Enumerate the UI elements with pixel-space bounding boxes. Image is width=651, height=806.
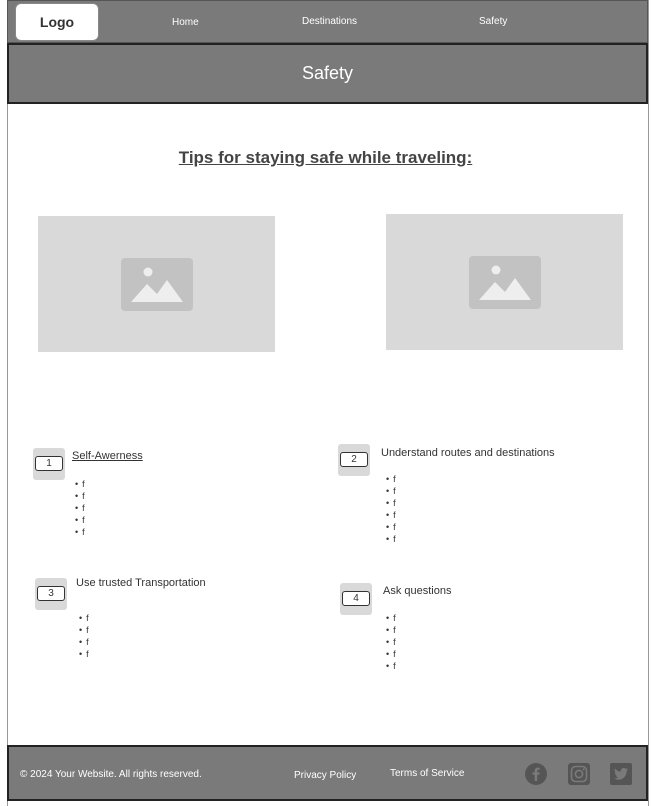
tip-number-box-2: 2 [338, 444, 370, 476]
list-item: f [386, 648, 396, 660]
list-item: f [386, 660, 396, 672]
nav-link-home[interactable]: Home [172, 17, 199, 28]
section-heading: Tips for staying safe while traveling: [178, 148, 473, 167]
tip-number-box-4: 4 [340, 583, 372, 615]
list-item: f [386, 509, 396, 521]
tip-title-2: Understand routes and destinations [381, 447, 555, 459]
list-item: f [386, 636, 396, 648]
list-item: f [386, 473, 396, 485]
tip-title-4: Ask questions [383, 585, 452, 597]
tip-list-1: f f f f f [75, 478, 85, 538]
image-icon [120, 257, 193, 311]
list-item: f [386, 612, 396, 624]
tip-number-box-3: 3 [35, 578, 67, 610]
privacy-policy-link[interactable]: Privacy Policy [294, 770, 356, 781]
nav-link-safety[interactable]: Safety [479, 16, 507, 27]
tip-list-4: f f f f f [386, 612, 396, 672]
list-item: f [386, 521, 396, 533]
facebook-icon[interactable] [525, 763, 547, 785]
list-item: f [79, 636, 89, 648]
list-item: f [79, 612, 89, 624]
tip-list-3: f f f f [79, 612, 89, 660]
list-item: f [75, 490, 85, 502]
tip-number-1: 1 [35, 456, 63, 471]
copyright-text: © 2024 Your Website. All rights reserved… [20, 769, 202, 780]
tip-number-4: 4 [342, 591, 370, 606]
logo[interactable]: Logo [15, 3, 99, 41]
tip-title-3: Use trusted Transportation [76, 577, 206, 589]
image-placeholder-left [38, 216, 275, 352]
page-frame [7, 0, 649, 806]
list-item: f [386, 533, 396, 545]
tip-list-2: f f f f f f [386, 473, 396, 545]
tip-title-1[interactable]: Self-Awerness [72, 450, 143, 462]
list-item: f [79, 648, 89, 660]
nav-link-destinations[interactable]: Destinations [302, 16, 357, 27]
list-item: f [75, 502, 85, 514]
list-item: f [386, 497, 396, 509]
image-placeholder-right [386, 214, 623, 350]
page-title: Safety [301, 63, 354, 83]
list-item: f [79, 624, 89, 636]
list-item: f [386, 624, 396, 636]
list-item: f [75, 526, 85, 538]
tip-number-2: 2 [340, 452, 368, 467]
page-title-banner: Safety [7, 43, 648, 104]
list-item: f [75, 514, 85, 526]
tip-number-box-1: 1 [33, 448, 65, 480]
twitter-icon[interactable] [610, 763, 632, 785]
list-item: f [75, 478, 85, 490]
instagram-icon[interactable] [568, 763, 590, 785]
tip-number-3: 3 [37, 586, 65, 601]
image-icon [468, 255, 541, 309]
list-item: f [386, 485, 396, 497]
terms-of-service-link[interactable]: Terms of Service [390, 768, 464, 779]
